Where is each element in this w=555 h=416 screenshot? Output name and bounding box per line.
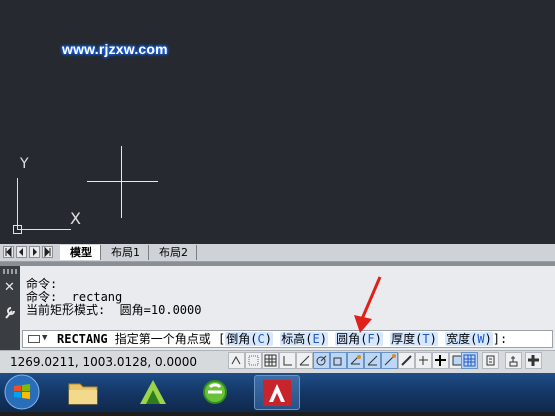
watermark: www.rjzxw.com	[62, 41, 168, 57]
prompt-text: 指定第一个角点或 [	[107, 332, 226, 346]
option-thickness[interactable]: 厚度(T)	[390, 332, 438, 346]
internet-explorer-icon	[203, 380, 227, 404]
command-name: RECTANG	[57, 332, 108, 346]
quick-properties-icon[interactable]	[432, 352, 449, 369]
last-tab-icon[interactable]	[42, 246, 53, 258]
snap-mode-icon[interactable]	[245, 352, 262, 369]
option-chamfer[interactable]: 倒角(C)	[225, 332, 273, 346]
3d-object-snap-icon[interactable]	[330, 352, 347, 369]
grid-display-icon[interactable]	[262, 352, 279, 369]
annotation-scale-icon[interactable]	[482, 352, 499, 369]
command-history: 命令: 命令: _rectang 当前矩形模式: 圆角=10.0000	[26, 278, 546, 317]
transparency-icon[interactable]	[415, 352, 432, 369]
prev-tab-icon[interactable]	[16, 246, 27, 258]
option-width[interactable]: 宽度(W)	[445, 332, 493, 346]
workspace-icon[interactable]	[505, 352, 522, 369]
command-line-input[interactable]: ▼ RECTANG 指定第一个角点或 [倒角(C) 标高(E) 圆角(F) 厚度…	[22, 330, 553, 348]
folder-icon	[68, 383, 98, 405]
infer-constraints-icon[interactable]	[228, 352, 245, 369]
show-lineweight-icon[interactable]	[398, 352, 415, 369]
wrench-icon[interactable]	[4, 305, 16, 324]
tab-model[interactable]: 模型	[60, 245, 101, 260]
crosshair-cursor-horizontal	[87, 181, 158, 182]
crosshair-cursor-vertical	[121, 146, 122, 218]
close-icon[interactable]: ✕	[4, 280, 15, 295]
ucs-y-axis	[17, 178, 18, 230]
tab-layout1[interactable]: 布局1	[101, 245, 149, 260]
prompt-suffix: ]:	[492, 332, 508, 346]
object-snap-tracking-icon[interactable]	[347, 352, 364, 369]
file-explorer-taskbar-button[interactable]	[60, 375, 106, 410]
red-arrow-annotation	[354, 276, 382, 333]
ucs-origin-icon	[13, 225, 22, 234]
model-space-icon[interactable]	[461, 352, 478, 369]
green-app-taskbar-button[interactable]	[130, 375, 176, 410]
toolbar-lock-icon[interactable]	[525, 352, 542, 369]
autocad-taskbar-button[interactable]	[254, 375, 300, 410]
dropdown-arrow-icon[interactable]: ▼	[42, 330, 47, 346]
polar-tracking-icon[interactable]	[296, 352, 313, 369]
windows-orb-icon	[4, 374, 40, 410]
history-line: 当前矩形模式: 圆角=10.0000	[26, 303, 202, 317]
dynamic-input-icon[interactable]	[381, 352, 398, 369]
drawing-canvas[interactable]	[0, 0, 555, 244]
ucs-x-label: X	[70, 209, 81, 228]
ucs-y-label: Y	[20, 156, 29, 172]
option-elevation[interactable]: 标高(E)	[280, 332, 328, 346]
first-tab-icon[interactable]	[3, 246, 14, 258]
command-line-icon[interactable]	[28, 335, 40, 343]
autocad-icon	[263, 380, 291, 406]
object-snap-icon[interactable]	[313, 352, 330, 369]
drag-grip-icon[interactable]	[3, 269, 17, 274]
ucs-x-axis	[17, 229, 71, 230]
ortho-mode-icon[interactable]	[279, 352, 296, 369]
command-prompt: RECTANG 指定第一个角点或 [倒角(C) 标高(E) 圆角(F) 厚度(T…	[57, 331, 507, 347]
green-app-icon	[140, 380, 166, 404]
coordinate-readout[interactable]: 1269.0211, 1003.0128, 0.0000	[10, 355, 197, 369]
start-button[interactable]	[0, 372, 46, 412]
tab-layout2[interactable]: 布局2	[149, 245, 197, 260]
next-tab-icon[interactable]	[29, 246, 40, 258]
layout-tab-bar: 模型 布局1 布局2	[0, 244, 555, 262]
internet-explorer-taskbar-button[interactable]	[192, 375, 238, 410]
allow-ucs-icon[interactable]	[364, 352, 381, 369]
